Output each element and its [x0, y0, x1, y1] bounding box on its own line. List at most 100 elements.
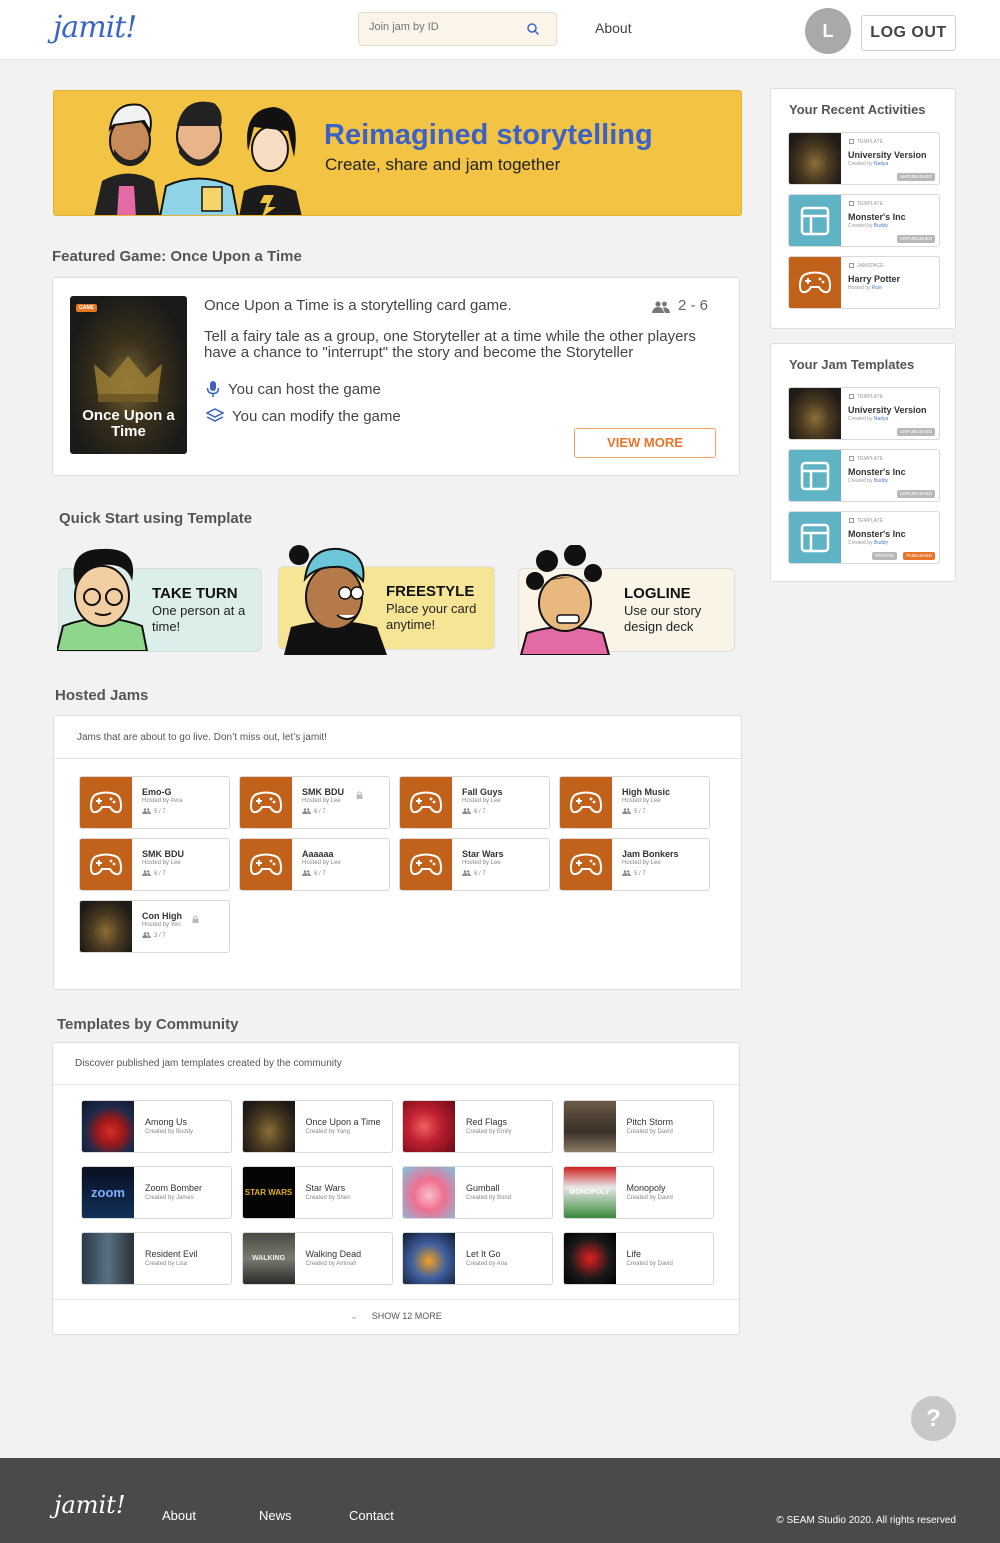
activity-name: Monster's Inc	[848, 212, 906, 222]
quickstart-logline-card[interactable]: LOGLINE Use our story design deck	[518, 545, 735, 655]
user-avatar[interactable]: L	[805, 8, 851, 54]
activity-card[interactable]: TEMPLATE Monster's Inc Created by Buddy UNP…	[788, 449, 940, 502]
activity-card[interactable]: TEMPLATE University Version Created by Nad…	[788, 387, 940, 440]
recent-activities-title: Your Recent Activities	[789, 102, 926, 117]
hosted-jam-card[interactable]: Fall Guys Hosted by Lee 6 / 7	[399, 776, 550, 829]
community-template-card[interactable]: Among Us Created by Buddy	[81, 1100, 232, 1153]
activity-card[interactable]: TEMPLATE University Version Created by Nad…	[788, 132, 940, 185]
join-jam-search[interactable]	[358, 12, 557, 46]
footer-news-link[interactable]: News	[259, 1508, 292, 1523]
join-jam-input[interactable]	[369, 21, 519, 33]
featured-game-cover[interactable]: GAME Once Upon a Time	[70, 296, 187, 454]
activity-creator-prefix: Hosted by	[848, 285, 871, 291]
activity-thumbnail	[789, 450, 841, 501]
take-turn-title: TAKE TURN	[152, 585, 238, 602]
hosted-jam-card[interactable]: Star Wars Hosted by Lee 6 / 7	[399, 838, 550, 891]
people-icon	[302, 808, 311, 814]
template-thumbnail	[403, 1167, 455, 1218]
jam-name: Fall Guys	[462, 787, 503, 797]
community-template-card[interactable]: Red Flags Created by Emily	[402, 1100, 553, 1153]
hosted-jam-card[interactable]: High Music Hosted by Lee 5 / 7	[559, 776, 710, 829]
help-button[interactable]: ?	[911, 1396, 956, 1441]
footer-about-link[interactable]: About	[162, 1508, 196, 1523]
activity-card[interactable]: TEMPLATE Monster's Inc Created by Buddy PUB…	[788, 511, 940, 564]
footer-logo[interactable]: jamit!	[54, 1491, 125, 1519]
hosted-jams-subtitle: Jams that are about to go live. Don’t mi…	[77, 732, 327, 743]
freestyle-title: FREESTYLE	[386, 583, 475, 600]
people-icon	[622, 870, 631, 876]
hosted-jam-card[interactable]: SMK BDU Hosted by Lee 6 / 7	[239, 776, 390, 829]
community-template-card[interactable]: Pitch Storm Created by David	[562, 1100, 714, 1153]
logline-title: LOGLINE	[624, 585, 691, 602]
people-icon	[462, 808, 471, 814]
activity-creator: Hosted by Rize	[848, 285, 882, 291]
crown-image	[94, 356, 162, 402]
jam-name: Jam Bonkers	[622, 849, 679, 859]
jam-thumbnail	[560, 839, 612, 890]
jam-player-count: 6 / 7	[462, 870, 486, 877]
copyright-text: © SEAM Studio 2020. All rights reserved	[776, 1515, 956, 1526]
view-more-button[interactable]: VIEW MORE	[574, 428, 716, 458]
community-template-card[interactable]: WALKING Walking Dead Created by Aminah	[241, 1232, 393, 1285]
cover-title: Once Upon a Time	[82, 407, 175, 440]
activity-name: University Version	[848, 150, 927, 160]
gamepad-icon	[90, 791, 122, 814]
activity-creator-prefix: Created by	[848, 416, 873, 422]
template-thumbnail	[563, 1101, 616, 1152]
jam-count-value: 5 / 7	[154, 809, 166, 815]
community-template-card[interactable]: Once Upon a Time Created by Yang	[241, 1100, 393, 1153]
community-template-card[interactable]: zoom Zoom Bomber Created by James	[81, 1166, 232, 1219]
player-count: 2 - 6	[652, 297, 708, 314]
hosted-jam-card[interactable]: Con High Hosted by Yen 3 / 7	[79, 900, 230, 953]
template-creator: Created by Shen	[305, 1195, 351, 1201]
take-turn-description: One person at a time!	[152, 603, 246, 634]
jam-count-value: 6 / 7	[474, 871, 486, 877]
show-more-button[interactable]: ⌄ SHOW 12 MORE	[53, 1311, 739, 1322]
jamit-logo[interactable]: jamit!	[53, 10, 137, 45]
hosted-jam-card[interactable]: Aaaaaa Hosted by Lee 6 / 7	[239, 838, 390, 891]
hosted-jams-section-title: Hosted Jams	[55, 687, 149, 704]
status-badge: PUBLISHED	[903, 552, 935, 560]
activity-creator-name: Nadya	[873, 161, 889, 167]
community-templates-panel: Discover published jam templates created…	[52, 1042, 740, 1335]
template-thumbnail: zoom	[82, 1167, 134, 1218]
activity-creator-prefix: Created by	[848, 161, 873, 167]
jam-count-value: 6 / 7	[154, 871, 166, 877]
template-creator: Created by Bond	[466, 1195, 512, 1201]
hosted-jam-card[interactable]: Emo-G Hosted by Avra 5 / 7	[79, 776, 230, 829]
jam-player-count: 6 / 7	[302, 808, 326, 815]
jam-name: Con High	[142, 911, 182, 921]
community-template-card[interactable]: Let It Go Created by Ana	[402, 1232, 553, 1285]
community-template-card[interactable]: STAR WARS Star Wars Created by Shen	[241, 1166, 393, 1219]
quickstart-take-turn-card[interactable]: TAKE TURN One person at a time!	[57, 548, 262, 652]
jam-thumbnail	[400, 839, 452, 890]
jam-thumbnail	[400, 777, 452, 828]
community-template-card[interactable]: Life Created by David	[562, 1232, 714, 1285]
activity-card[interactable]: JAMSPACE Harry Potter Hosted by Rize	[788, 256, 940, 309]
search-icon[interactable]	[526, 22, 540, 36]
template-thumbnail	[82, 1101, 134, 1152]
hosted-jam-card[interactable]: Jam Bonkers Hosted by Lee 5 / 7	[559, 838, 710, 891]
jam-name: Emo-G	[142, 787, 172, 797]
template-name: Star Wars	[305, 1183, 346, 1193]
logout-button[interactable]: LOG OUT	[861, 15, 956, 51]
template-thumbnail	[403, 1101, 455, 1152]
community-template-card[interactable]: Gumball Created by Bond	[402, 1166, 553, 1219]
template-name: Life	[626, 1249, 642, 1259]
footer: jamit! About News Contact © SEAM Studio …	[0, 1458, 1000, 1543]
community-template-card[interactable]: MONOPOLY Monopoly Created by David	[562, 1166, 714, 1219]
quickstart-freestyle-card[interactable]: FREESTYLE Place your card anytime!	[278, 545, 495, 655]
activity-card[interactable]: TEMPLATE Monster's Inc Created by Buddy UNP…	[788, 194, 940, 247]
activity-type-label: TEMPLATE	[857, 201, 884, 207]
activity-thumbnail	[789, 133, 841, 184]
people-icon	[142, 808, 151, 814]
featured-game-card[interactable]: GAME Once Upon a Time Once Upon a Time i…	[52, 277, 740, 476]
activity-creator: Created by Nadya	[848, 416, 888, 422]
hosted-jam-card[interactable]: SMK BDU Hosted by Lee 6 / 7	[79, 838, 230, 891]
jam-thumbnail	[560, 777, 612, 828]
nav-about-link[interactable]: About	[595, 20, 632, 36]
template-type-icon	[849, 139, 854, 144]
footer-contact-link[interactable]: Contact	[349, 1508, 394, 1523]
community-template-card[interactable]: Resident Evil Created by Lisa	[81, 1232, 232, 1285]
featured-description: Tell a fairy tale as a group, one Storyt…	[204, 328, 696, 361]
